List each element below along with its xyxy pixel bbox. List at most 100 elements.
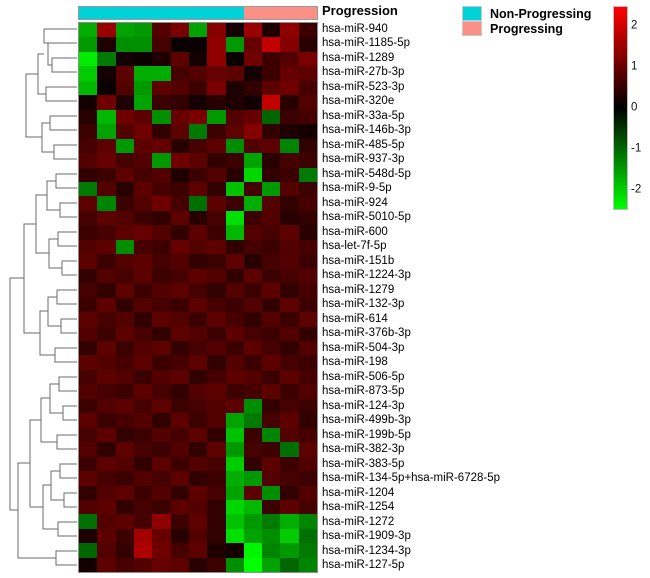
heatmap-cell [115,196,134,211]
heatmap-row [79,196,318,211]
heatmap-cell [79,557,98,573]
heatmap-cell [188,283,208,298]
heatmap-cell [225,312,244,327]
heatmap-cell [170,181,189,197]
heatmap-cell [79,355,98,370]
heatmap-cell [133,369,153,385]
heatmap-cell [207,80,226,96]
heatmap-cell [97,268,116,284]
heatmap-cell [170,471,189,486]
heatmap-cell [298,442,318,457]
heatmap-cell [152,283,171,298]
heatmap-cell [225,51,244,67]
heatmap-row [79,153,318,168]
heatmap-cell [243,413,263,428]
heatmap-cell [207,153,226,168]
colorbar-tick: -2 [631,182,642,195]
row-label: hsa-miR-1254 [322,501,395,513]
heatmap-cell [133,326,153,341]
heatmap-cell [225,326,244,341]
heatmap-cell [79,167,98,182]
heatmap-row [79,124,318,139]
heatmap-cell [280,138,299,154]
heatmap-cell [225,210,244,226]
heatmap-cell [170,124,189,139]
heatmap-cell [133,514,153,529]
heatmap-cell [170,557,189,573]
heatmap-cell [97,427,116,443]
heatmap-cell [298,369,318,385]
annotation-segment-progressing [243,7,317,19]
heatmap-cell [188,326,208,341]
heatmap-cell [188,95,208,110]
heatmap-cell [298,326,318,341]
heatmap-cell [115,384,134,399]
heatmap-cell [188,268,208,284]
heatmap-cell [225,514,244,529]
heatmap-cell [79,340,98,356]
row-label: hsa-miR-198 [322,356,388,368]
heatmap-cell [262,196,281,211]
heatmap-cell [298,23,318,38]
heatmap-cell [225,528,244,544]
heatmap-cell [207,109,226,125]
row-label: hsa-miR-504-3p [322,341,405,354]
heatmap-cell [298,66,318,81]
annotation-segment-non-progressing [79,7,244,19]
heatmap-cell [133,196,153,211]
heatmap-cell [97,369,116,385]
heatmap-cell [207,485,226,500]
heatmap-cell [243,95,263,110]
heatmap-cell [152,210,171,226]
heatmap-cell [280,268,299,284]
heatmap-cell [133,167,153,182]
heatmap-cell [280,326,299,341]
heatmap-cell [280,384,299,399]
heatmap-cell [225,225,244,240]
heatmap-cell [262,109,281,125]
heatmap-cell [262,312,281,327]
heatmap-cell [207,210,226,226]
heatmap-cell [115,326,134,341]
heatmap-cell [152,355,171,370]
heatmap-cell [280,471,299,486]
heatmap-cell [207,51,226,67]
heatmap-cell [262,340,281,356]
heatmap-cell [79,239,98,255]
row-label: hsa-miR-382-3p [322,443,405,455]
heatmap-cell [152,181,171,197]
heatmap-row [79,398,318,414]
heatmap-cell [97,167,116,182]
heatmap-cell [115,514,134,529]
heatmap-cell [243,398,263,414]
heatmap-cell [280,153,299,168]
heatmap-cell [133,499,153,515]
heatmap-cell [298,340,318,356]
heatmap-cell [207,23,226,38]
heatmap-cell [243,51,263,67]
heatmap-cell [188,80,208,96]
heatmap-cell [225,167,244,182]
heatmap-cell [298,384,318,399]
heatmap-cell [115,413,134,428]
heatmap-cell [188,153,208,168]
heatmap-cell [97,499,116,515]
heatmap-cell [170,254,189,269]
heatmap-row [79,138,318,154]
heatmap-cell [207,124,226,139]
heatmap-cell [262,181,281,197]
heatmap-cell [298,95,318,110]
heatmap-cell [79,369,98,385]
heatmap-cell [170,326,189,341]
heatmap-cell [188,528,208,544]
heatmap-cell [280,66,299,81]
heatmap-cell [243,427,263,443]
heatmap-cell [262,427,281,443]
heatmap-cell [243,369,263,385]
heatmap-cell [207,456,226,472]
heatmap-cell [207,355,226,370]
heatmap-cell [225,283,244,298]
heatmap-cell [225,384,244,399]
heatmap-cell [97,283,116,298]
heatmap-cell [280,80,299,96]
